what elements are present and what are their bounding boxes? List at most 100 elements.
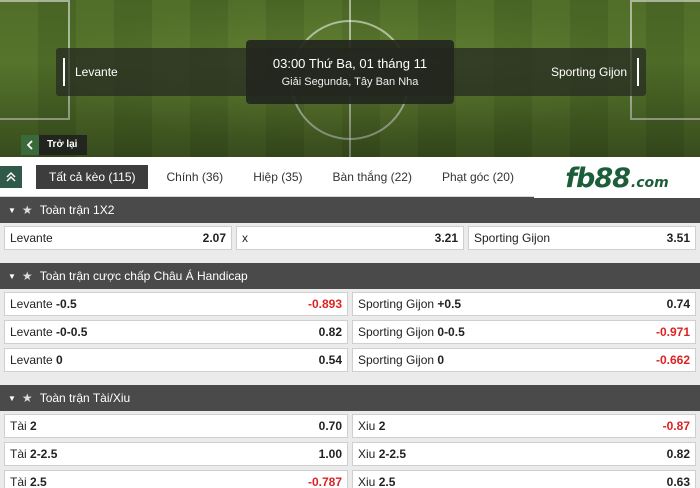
- section-body: Tài 2 0.70 Xiu 2 -0.87 Tài 2-2.5 1.00 Xiu 2-2.…: [0, 411, 700, 488]
- tab-2[interactable]: Hiệp (35): [241, 165, 314, 189]
- selection-name: Tài: [10, 447, 27, 461]
- odds-cell[interactable]: Xiu 2.5 0.63: [352, 470, 696, 488]
- selection-name: Tài: [10, 475, 27, 488]
- selection-name: Sporting Gijon: [358, 297, 435, 311]
- odds-cell[interactable]: Sporting Gijon +0.5 0.74: [352, 292, 696, 316]
- odds-value: -0.893: [307, 297, 342, 311]
- selection-label: Xiu 2.5: [358, 475, 395, 488]
- selection-name: Xiu: [358, 447, 376, 461]
- tab-0[interactable]: Tất cả kèo (115): [36, 164, 149, 189]
- handicap-line: 2: [30, 419, 37, 433]
- selection-name: x: [242, 231, 248, 245]
- odds-cell[interactable]: Levante 2.07: [4, 226, 232, 250]
- odds-cell[interactable]: x 3.21: [236, 226, 464, 250]
- selection-name: Levante: [10, 353, 53, 367]
- tab-1[interactable]: Chính (36): [154, 165, 235, 189]
- handicap-line: 2: [378, 419, 386, 433]
- section-header[interactable]: ▼ ★ Toàn trận 1X2: [0, 197, 700, 223]
- handicap-line: 0: [56, 353, 63, 367]
- back-button[interactable]: Trở lại: [21, 135, 88, 155]
- handicap-line: 2-2.5: [30, 447, 58, 461]
- handicap-line: 2.5: [30, 475, 47, 488]
- logo-suffix: .com: [630, 174, 669, 191]
- odds-value: 0.63: [666, 475, 690, 488]
- odds-row: Tài 2-2.5 1.00 Xiu 2-2.5 0.82: [4, 442, 696, 466]
- odds-cell[interactable]: Levante -0-0.5 0.82: [4, 320, 348, 344]
- odds-value: 0.82: [666, 447, 690, 461]
- tab-3[interactable]: Bàn thắng (22): [321, 165, 424, 189]
- tab-4[interactable]: Phạt góc (20): [430, 165, 526, 189]
- section-title: Toàn trận 1X2: [39, 203, 115, 217]
- selection-label: Levante 0: [10, 353, 63, 367]
- selection-label: Tài 2: [10, 419, 37, 433]
- odds-cell[interactable]: Xiu 2-2.5 0.82: [352, 442, 696, 466]
- selection-name: Levante: [10, 297, 53, 311]
- handicap-line: 0: [437, 353, 445, 367]
- star-icon[interactable]: ★: [22, 391, 33, 405]
- odds-cell[interactable]: Sporting Gijon 3.51: [468, 226, 696, 250]
- odds-value: 3.21: [434, 231, 458, 245]
- selection-name: Xiu: [358, 475, 376, 488]
- home-team-name: Levante: [63, 58, 118, 86]
- match-hero: Levante Sporting Gijon 03:00 Thứ Ba, 01 …: [0, 0, 700, 157]
- handicap-line: 2-2.5: [378, 447, 407, 461]
- selection-name: Levante: [10, 231, 53, 245]
- selection-label: Sporting Gijon 0-0.5: [358, 325, 465, 339]
- section-header[interactable]: ▼ ★ Toàn trận cược chấp Châu Á Handicap: [0, 263, 700, 289]
- selection-name: Sporting Gijon: [358, 353, 435, 367]
- odds-value: 1.00: [318, 447, 342, 461]
- match-datetime: 03:00 Thứ Ba, 01 tháng 11: [272, 56, 428, 71]
- match-info: 03:00 Thứ Ba, 01 tháng 11 Giải Segunda, …: [246, 40, 454, 104]
- selection-label: Sporting Gijon 0: [358, 353, 444, 367]
- odds-cell[interactable]: Sporting Gijon 0-0.5 -0.971: [352, 320, 696, 344]
- section-title: Toàn trận Tài/Xiu: [39, 391, 131, 405]
- odds-cell[interactable]: Tài 2.5 -0.787: [4, 470, 348, 488]
- odds-value: 0.70: [318, 419, 342, 433]
- odds-value: 0.82: [318, 325, 342, 339]
- odds-cell[interactable]: Xiu 2 -0.87: [352, 414, 696, 438]
- caret-down-icon: ▼: [8, 205, 16, 215]
- odds-row: Tài 2.5 -0.787 Xiu 2.5 0.63: [4, 470, 696, 488]
- odds-value: -0.787: [307, 475, 342, 488]
- odds-value: 2.07: [202, 231, 226, 245]
- chevron-left-icon: [21, 135, 39, 155]
- section-header[interactable]: ▼ ★ Toàn trận Tài/Xiu: [0, 385, 700, 411]
- odds-cell[interactable]: Tài 2 0.70: [4, 414, 348, 438]
- odds-row: Levante 0 0.54 Sporting Gijon 0 -0.662: [4, 348, 696, 372]
- handicap-line: 2.5: [378, 475, 396, 488]
- handicap-line: 0-0.5: [437, 325, 465, 339]
- odds-cell[interactable]: Tài 2-2.5 1.00: [4, 442, 348, 466]
- section-title: Toàn trận cược chấp Châu Á Handicap: [39, 269, 248, 283]
- fb88-logo: fb88 .com: [534, 158, 700, 198]
- star-icon[interactable]: ★: [22, 203, 33, 217]
- odds-value: 3.51: [666, 231, 690, 245]
- selection-label: Xiu 2: [358, 419, 385, 433]
- section-body: Levante 2.07 x 3.21 Sporting Gijon 3.51: [0, 223, 700, 253]
- away-team-name: Sporting Gijon: [551, 58, 639, 86]
- selection-name: Xiu: [358, 419, 376, 433]
- odds-cell[interactable]: Levante 0 0.54: [4, 348, 348, 372]
- odds-value: -0.662: [655, 353, 690, 367]
- odds-row: Levante 2.07 x 3.21 Sporting Gijon 3.51: [4, 226, 696, 250]
- odds-value: 0.74: [666, 297, 690, 311]
- selection-label: Levante: [10, 231, 53, 245]
- selection-name: Sporting Gijon: [358, 325, 435, 339]
- handicap-line: -0-0.5: [56, 325, 88, 339]
- logo-main: fb88: [565, 162, 631, 194]
- market-sections: ▼ ★ Toàn trận 1X2 Levante 2.07 x 3.21 Sporting …: [0, 197, 700, 488]
- tab-list: Tất cả kèo (115) Chính (36) Hiệp (35) Bàn t…: [22, 164, 587, 189]
- section-body: Levante -0.5 -0.893 Sporting Gijon +0.5 0.7…: [0, 289, 700, 375]
- selection-label: x: [242, 231, 248, 245]
- odds-cell[interactable]: Sporting Gijon 0 -0.662: [352, 348, 696, 372]
- selection-name: Sporting Gijon: [474, 231, 551, 245]
- odds-value: -0.971: [655, 325, 690, 339]
- selection-label: Tài 2.5: [10, 475, 47, 488]
- odds-cell[interactable]: Levante -0.5 -0.893: [4, 292, 348, 316]
- selection-label: Tài 2-2.5: [10, 447, 57, 461]
- star-icon[interactable]: ★: [22, 269, 33, 283]
- selection-name: Tài: [10, 419, 27, 433]
- collapse-all-button[interactable]: [0, 165, 22, 188]
- selection-label: Xiu 2-2.5: [358, 447, 406, 461]
- odds-row: Levante -0-0.5 0.82 Sporting Gijon 0-0.5 -0…: [4, 320, 696, 344]
- back-label: Trở lại: [47, 139, 78, 150]
